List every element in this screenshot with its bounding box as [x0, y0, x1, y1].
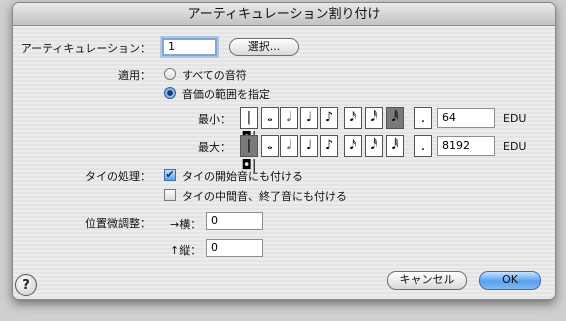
- checkmark-icon: ✔: [165, 168, 175, 181]
- tie-middle-checkbox[interactable]: [164, 189, 176, 201]
- min-edu-field[interactable]: 64: [437, 108, 495, 128]
- vertical-label: ↑縦：: [170, 244, 202, 257]
- position-label: 位置微調整：: [85, 217, 151, 230]
- title-bar[interactable]: アーティキュレーション割り付け: [13, 3, 555, 26]
- max-half-note-icon[interactable]: 𝅗𝅥: [280, 135, 298, 157]
- horizontal-offset-field[interactable]: 0: [206, 212, 263, 230]
- min-quarter-note-icon[interactable]: ♩: [300, 107, 318, 129]
- tie-label: タイの処理：: [85, 170, 151, 183]
- max-thirty-second-note-icon[interactable]: 𝅘𝅥𝅰: [365, 135, 383, 157]
- max-dot-icon[interactable]: .: [414, 135, 432, 157]
- select-button[interactable]: 選択...: [229, 38, 299, 56]
- dialog-title: アーティキュレーション割り付け: [187, 7, 381, 22]
- max-edu-field[interactable]: 8192: [437, 136, 495, 156]
- min-sixteenth-note-icon[interactable]: 𝅘𝅥𝅯: [344, 107, 362, 129]
- help-icon[interactable]: ?: [15, 274, 37, 296]
- max-whole-note-icon[interactable]: 𝅝: [261, 135, 279, 157]
- tie-start-checkbox[interactable]: ✔: [164, 169, 176, 181]
- apply-all-radio[interactable]: [164, 68, 176, 80]
- max-sixteenth-note-icon[interactable]: 𝅘𝅥𝅯: [344, 135, 362, 157]
- vertical-offset-field[interactable]: 0: [206, 239, 263, 257]
- articulation-label: アーティキュレーション：: [20, 42, 151, 55]
- apply-range-radio[interactable]: [164, 87, 176, 99]
- min-half-note-icon[interactable]: 𝅗𝅥: [280, 107, 298, 129]
- max-label: 最大：: [198, 141, 231, 154]
- apply-range-label[interactable]: 音価の範囲を指定: [182, 86, 270, 102]
- min-sixty-fourth-note-icon[interactable]: 𝅘𝅥𝅱: [386, 107, 404, 129]
- cancel-button[interactable]: キャンセル: [387, 271, 467, 290]
- apply-label: 適用：: [118, 69, 151, 82]
- min-label: 最小：: [198, 113, 231, 126]
- min-whole-note-icon[interactable]: 𝅝: [261, 107, 279, 129]
- min-thirty-second-note-icon[interactable]: 𝅘𝅥𝅰: [365, 107, 383, 129]
- dialog-body: アーティキュレーション： 1 選択... 適用： すべての音符 音価の範囲を指定…: [13, 26, 555, 299]
- tie-middle-label[interactable]: タイの中間音、終了音にも付ける: [182, 188, 347, 204]
- max-eighth-note-icon[interactable]: ♪: [320, 135, 338, 157]
- min-dot-icon[interactable]: .: [414, 107, 432, 129]
- max-quarter-note-icon[interactable]: ♩: [300, 135, 318, 157]
- min-double-whole-note-icon[interactable]: |◘|: [240, 107, 258, 145]
- articulation-number-field[interactable]: 1: [162, 38, 217, 56]
- min-eighth-note-icon[interactable]: ♪: [320, 107, 338, 129]
- ok-button[interactable]: OK: [479, 271, 541, 290]
- max-unit-label: EDU: [503, 140, 527, 153]
- min-unit-label: EDU: [503, 112, 527, 125]
- apply-all-label[interactable]: すべての音符: [182, 67, 247, 83]
- horizontal-label: →横：: [170, 218, 202, 231]
- max-double-whole-note-icon[interactable]: |◘|: [240, 135, 258, 173]
- max-sixty-fourth-note-icon[interactable]: 𝅘𝅥𝅱: [386, 135, 404, 157]
- tie-start-label[interactable]: タイの開始音にも付ける: [182, 168, 303, 184]
- articulation-assign-dialog: アーティキュレーション割り付け アーティキュレーション： 1 選択... 適用：…: [12, 2, 556, 300]
